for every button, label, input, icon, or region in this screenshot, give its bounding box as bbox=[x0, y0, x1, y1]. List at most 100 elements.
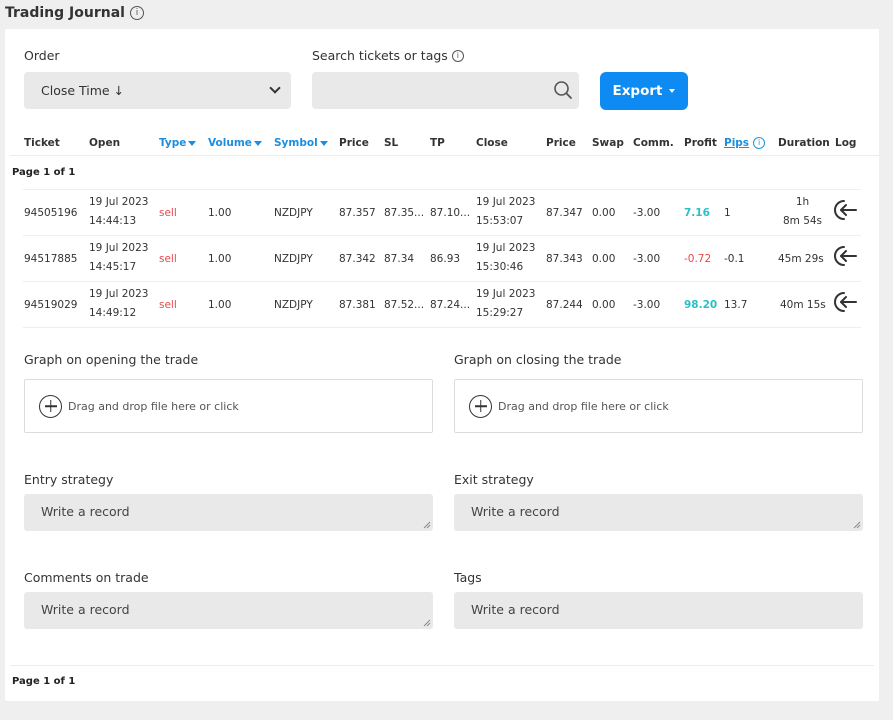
cell-profit: 7.16 bbox=[684, 207, 710, 219]
cell-volume: 1.00 bbox=[208, 207, 232, 219]
cell-close-date: 19 Jul 2023 bbox=[476, 242, 536, 254]
cell-close-time: 15:29:27 bbox=[476, 307, 524, 319]
cell-symbol: NZDJPY bbox=[274, 207, 313, 219]
col-header-close-price: Price bbox=[546, 137, 576, 149]
search-label-wrap: Search tickets or tags i bbox=[312, 48, 464, 63]
cell-profit: 98.20 bbox=[684, 299, 718, 311]
row-divider bbox=[23, 327, 861, 328]
close-graph-dropzone[interactable]: Drag and drop file here or click bbox=[454, 379, 863, 433]
resize-grip-icon[interactable] bbox=[853, 521, 861, 529]
exit-strategy-textarea[interactable]: Write a record bbox=[454, 494, 863, 531]
comments-label: Comments on trade bbox=[24, 570, 149, 585]
dropzone-text: Drag and drop file here or click bbox=[68, 399, 239, 413]
cell-ticket: 94519029 bbox=[24, 299, 78, 311]
cell-open-date: 19 Jul 2023 bbox=[89, 196, 149, 208]
cell-open: 19 Jul 2023 14:44:13 bbox=[89, 193, 148, 231]
cell-duration-line2: 8m 54s bbox=[782, 215, 823, 227]
header-divider bbox=[10, 155, 879, 156]
tags-placeholder: Write a record bbox=[471, 602, 560, 617]
col-header-volume-label: Volume bbox=[208, 137, 252, 149]
order-select[interactable]: Close Time ↓ bbox=[24, 72, 291, 109]
cell-type: sell bbox=[159, 299, 177, 311]
page-title: Trading Journal i bbox=[5, 5, 144, 21]
plus-circle-icon bbox=[39, 394, 62, 418]
search-label: Search tickets or tags bbox=[312, 48, 448, 63]
plus-circle-icon bbox=[469, 394, 492, 418]
cell-tp: 86.93 bbox=[430, 253, 461, 265]
cell-sl: 87.34 bbox=[384, 253, 415, 265]
col-header-pips[interactable]: Pips i bbox=[724, 137, 766, 149]
col-header-sl: SL bbox=[384, 137, 399, 149]
cell-pips: 13.7 bbox=[724, 299, 748, 311]
col-header-comm: Comm. bbox=[633, 137, 674, 149]
sort-caret-icon bbox=[188, 140, 197, 146]
cell-profit: -0.72 bbox=[684, 253, 712, 265]
info-icon[interactable]: i bbox=[129, 6, 144, 20]
cell-close: 19 Jul 2023 15:53:07 bbox=[476, 193, 535, 231]
col-header-symbol-label: Symbol bbox=[274, 137, 318, 149]
cell-open-price: 87.342 bbox=[339, 253, 376, 265]
cell-open-date: 19 Jul 2023 bbox=[89, 288, 149, 300]
col-header-open-price: Price bbox=[339, 137, 369, 149]
cell-sl: 87.52... bbox=[384, 299, 425, 311]
col-header-symbol[interactable]: Symbol bbox=[274, 137, 328, 149]
comments-textarea[interactable]: Write a record bbox=[24, 592, 433, 629]
cell-pips: 1 bbox=[724, 207, 731, 219]
col-header-pips-label[interactable]: Pips bbox=[724, 137, 749, 149]
col-header-type-label: Type bbox=[159, 137, 187, 149]
cell-sl: 87.35... bbox=[384, 207, 425, 219]
cell-comm: -3.00 bbox=[633, 253, 661, 265]
row-divider bbox=[23, 281, 861, 282]
cell-type: sell bbox=[159, 253, 177, 265]
cell-volume: 1.00 bbox=[208, 299, 232, 311]
search-icon[interactable] bbox=[553, 80, 573, 100]
col-header-type[interactable]: Type bbox=[159, 137, 197, 149]
row-divider bbox=[23, 189, 861, 190]
export-button[interactable]: Export bbox=[600, 72, 688, 110]
col-header-log: Log bbox=[835, 137, 857, 149]
cell-close-price: 87.343 bbox=[546, 253, 583, 265]
cell-close-price: 87.244 bbox=[546, 299, 583, 311]
cell-close-date: 19 Jul 2023 bbox=[476, 196, 536, 208]
cell-duration: 1h 8m 54s bbox=[775, 193, 830, 231]
info-icon[interactable]: i bbox=[753, 137, 766, 149]
cell-open-price: 87.357 bbox=[339, 207, 376, 219]
resize-grip-icon[interactable] bbox=[423, 619, 431, 627]
cell-swap: 0.00 bbox=[592, 299, 616, 311]
caret-down-icon bbox=[669, 89, 676, 93]
entry-strategy-textarea[interactable]: Write a record bbox=[24, 494, 433, 531]
cell-comm: -3.00 bbox=[633, 207, 661, 219]
bottom-divider bbox=[10, 665, 874, 666]
log-exit-icon[interactable] bbox=[833, 197, 859, 223]
cell-open-date: 19 Jul 2023 bbox=[89, 242, 149, 254]
cell-duration-line1: 1h bbox=[795, 196, 810, 208]
col-header-profit: Profit bbox=[684, 137, 717, 149]
col-header-volume[interactable]: Volume bbox=[208, 137, 262, 149]
cell-open-price: 87.381 bbox=[339, 299, 376, 311]
tags-label: Tags bbox=[454, 570, 482, 585]
col-header-tp: TP bbox=[430, 137, 445, 149]
cell-close: 19 Jul 2023 15:30:46 bbox=[476, 239, 535, 277]
comments-placeholder: Write a record bbox=[41, 602, 130, 617]
cell-open: 19 Jul 2023 14:49:12 bbox=[89, 285, 148, 323]
cell-ticket: 94517885 bbox=[24, 253, 78, 265]
search-input[interactable] bbox=[312, 72, 579, 109]
cell-ticket: 94505196 bbox=[24, 207, 78, 219]
resize-grip-icon[interactable] bbox=[423, 521, 431, 529]
page-title-text: Trading Journal bbox=[5, 5, 125, 21]
sort-caret-icon bbox=[319, 140, 328, 146]
open-graph-label: Graph on opening the trade bbox=[24, 352, 199, 367]
cell-close: 19 Jul 2023 15:29:27 bbox=[476, 285, 535, 323]
col-header-swap: Swap bbox=[592, 137, 624, 149]
info-icon[interactable]: i bbox=[451, 49, 464, 62]
entry-strategy-label: Entry strategy bbox=[24, 472, 114, 487]
journal-panel: Order Close Time ↓ Search tickets or tag… bbox=[5, 29, 879, 701]
log-exit-icon[interactable] bbox=[833, 243, 859, 269]
tags-input[interactable]: Write a record bbox=[454, 592, 863, 629]
export-button-label: Export bbox=[612, 83, 663, 99]
cell-pips: -0.1 bbox=[724, 253, 745, 265]
cell-open-time: 14:44:13 bbox=[89, 215, 137, 227]
log-exit-icon[interactable] bbox=[833, 289, 859, 315]
page-info-top: Page 1 of 1 bbox=[12, 167, 76, 178]
open-graph-dropzone[interactable]: Drag and drop file here or click bbox=[24, 379, 433, 433]
